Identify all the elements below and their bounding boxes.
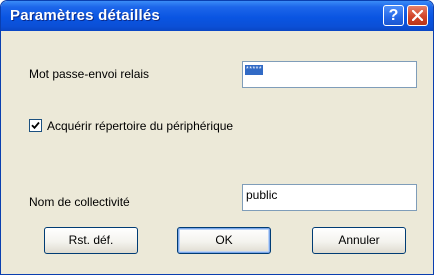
help-button[interactable]: ? (383, 5, 404, 26)
acquire-directory-label[interactable]: Acquérir répertoire du périphérique (47, 119, 233, 133)
community-name-value: public (246, 188, 278, 202)
cancel-button[interactable]: Annuler (312, 227, 406, 254)
relay-password-label: Mot passe-envoi relais (29, 67, 150, 81)
close-button[interactable] (407, 5, 428, 26)
reset-defaults-button[interactable]: Rst. déf. (44, 227, 138, 254)
relay-password-input[interactable]: ***** (242, 61, 417, 88)
acquire-directory-checkbox[interactable] (29, 119, 42, 132)
help-icon: ? (388, 7, 399, 24)
close-icon (412, 10, 423, 21)
dialog-window: Paramètres détaillés ? Mot passe-envoi r… (0, 0, 434, 275)
relay-password-value: ***** (245, 65, 264, 75)
community-name-label: Nom de collectivité (29, 195, 130, 209)
window-title: Paramètres détaillés (10, 7, 160, 24)
title-bar[interactable]: Paramètres détaillés ? (1, 1, 433, 31)
checkmark-icon (31, 121, 40, 130)
ok-button[interactable]: OK (177, 227, 271, 254)
community-name-input[interactable]: public (242, 184, 417, 211)
